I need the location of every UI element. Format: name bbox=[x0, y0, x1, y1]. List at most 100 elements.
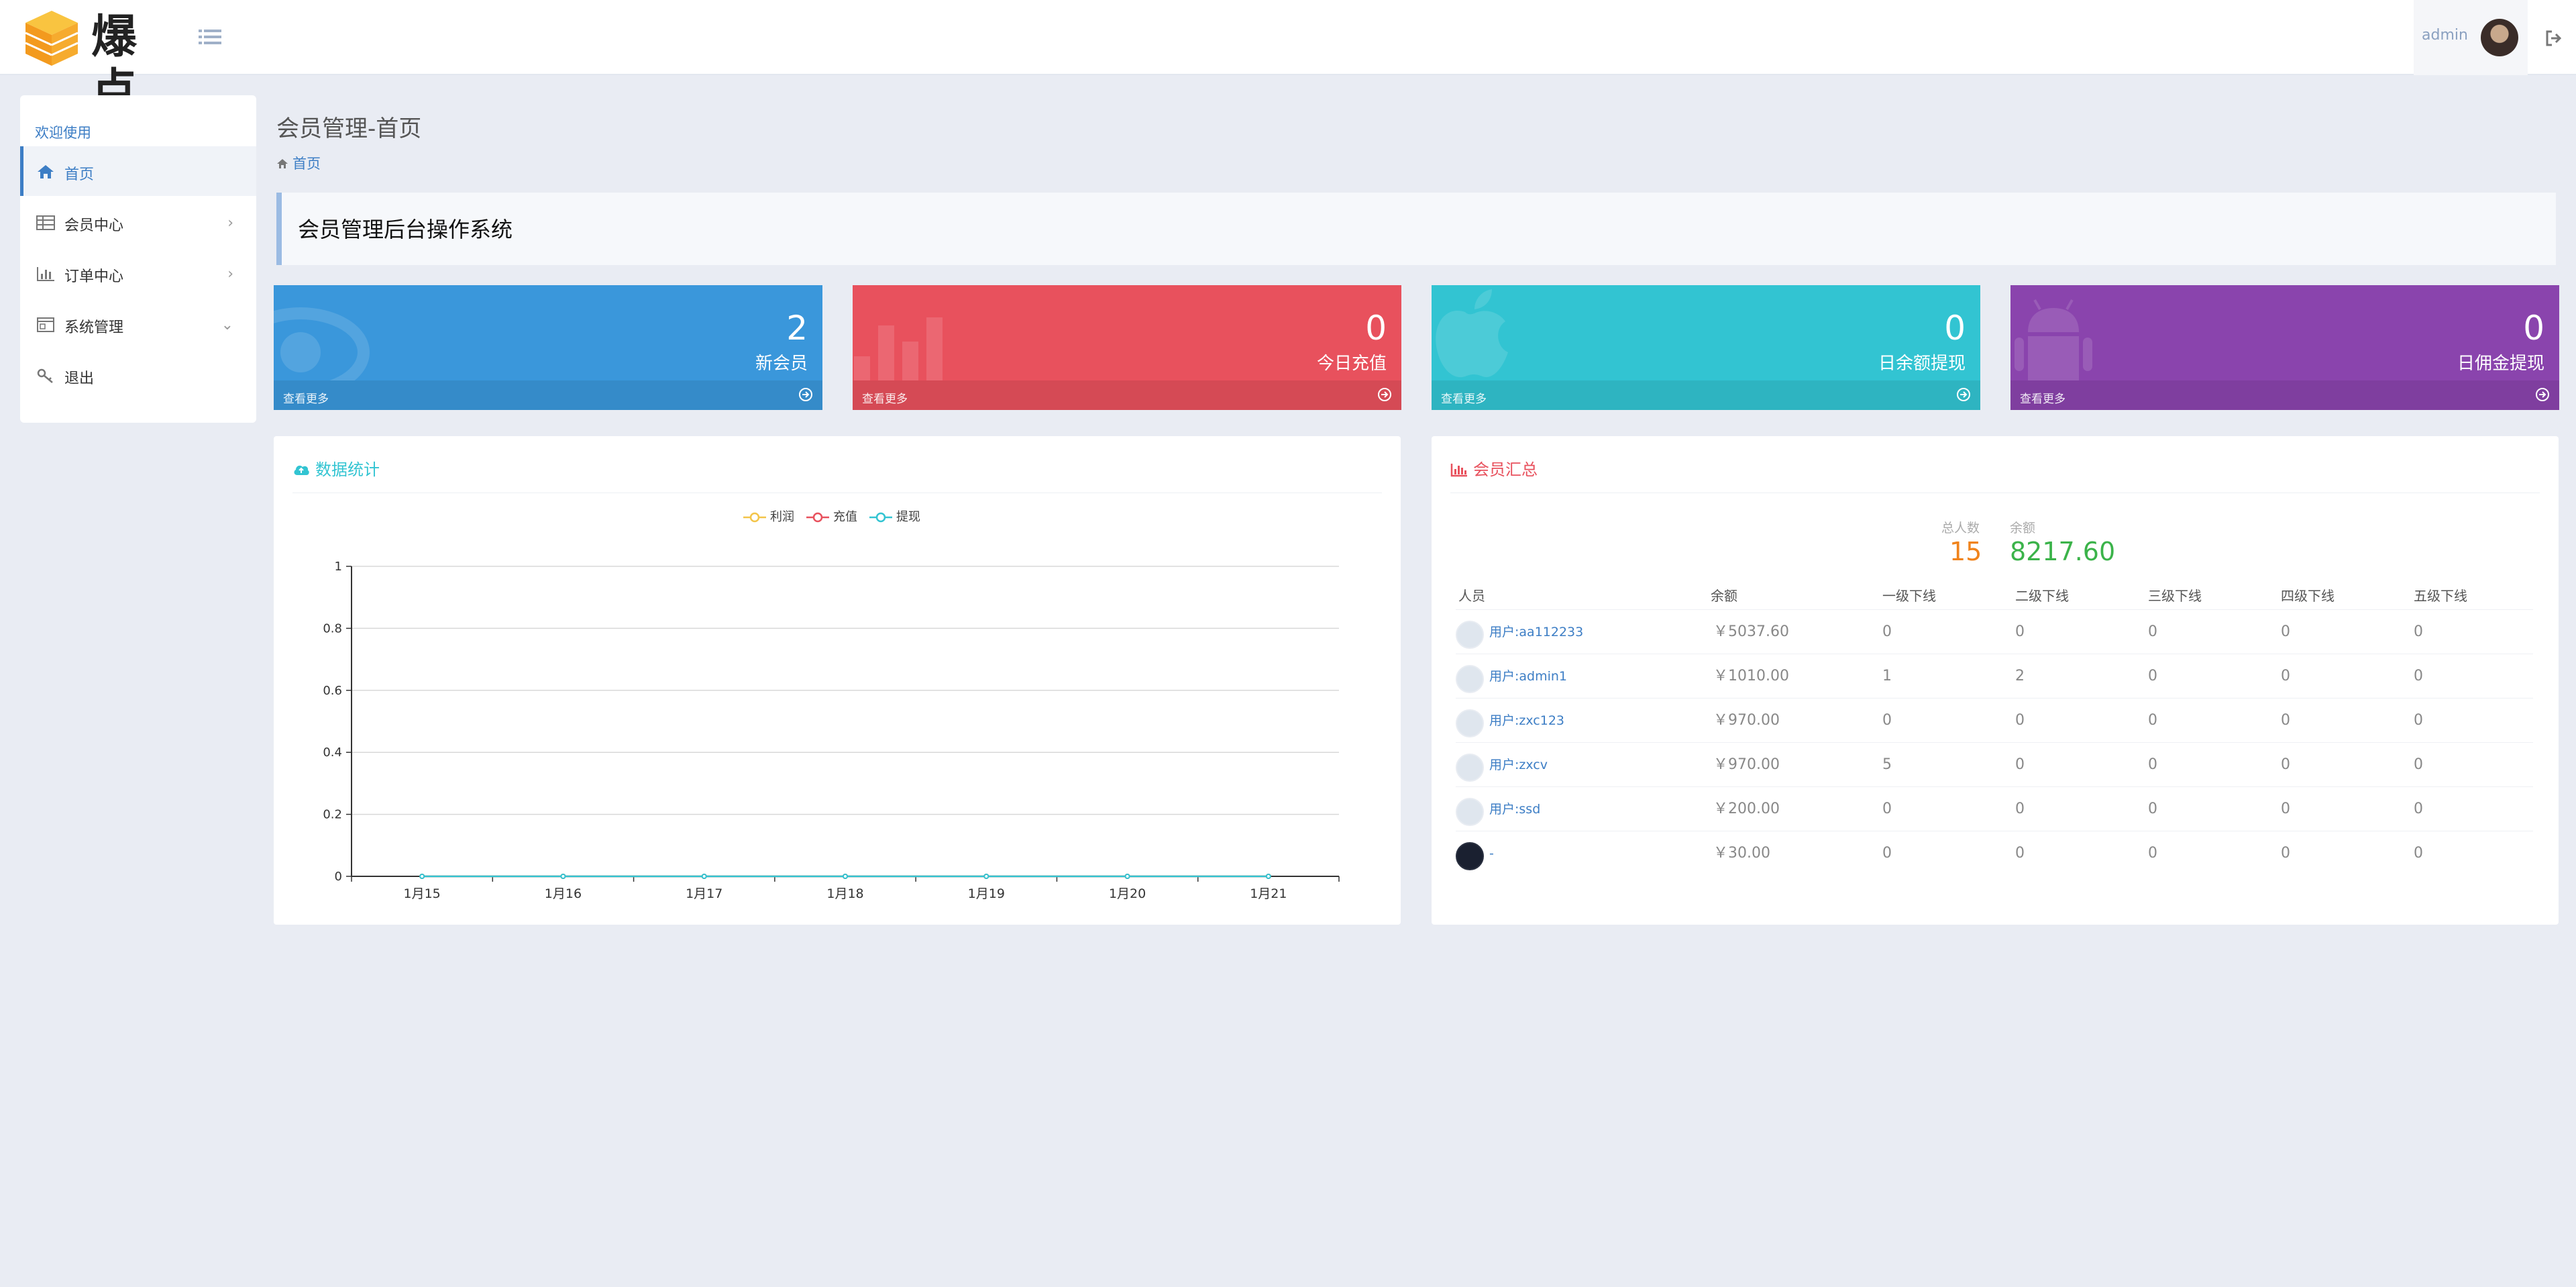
member-level4: 0 bbox=[2281, 712, 2290, 729]
member-avatar bbox=[1456, 842, 1484, 870]
member-level1: 0 bbox=[1882, 801, 1892, 817]
sidebar-item-label: 系统管理 bbox=[64, 319, 124, 336]
bar-chart-icon bbox=[37, 267, 54, 281]
stat-value: 0 bbox=[2523, 309, 2544, 348]
member-name-link[interactable]: 用户:admin1 bbox=[1489, 654, 1567, 699]
stat-value: 0 bbox=[1365, 309, 1387, 348]
member-level2: 0 bbox=[2015, 623, 2025, 640]
member-level5: 0 bbox=[2414, 801, 2423, 817]
view-more-link[interactable]: 查看更多 bbox=[853, 380, 1401, 410]
table-row: 用户:zxcv ￥970.00 5 0 0 0 0 bbox=[1456, 742, 2533, 786]
x-tick-label: 1月15 bbox=[404, 886, 441, 899]
data-point bbox=[701, 874, 707, 879]
panel-title-text: 数据统计 bbox=[315, 460, 380, 479]
stat-caption: 日余额提现 bbox=[1878, 354, 1966, 374]
x-tick-label: 1月17 bbox=[686, 886, 722, 899]
y-tick-label: 1 bbox=[335, 560, 342, 574]
table-icon bbox=[36, 215, 55, 230]
view-more-link[interactable]: 查看更多 bbox=[2010, 380, 2559, 410]
legend-item-profit[interactable]: 利润 bbox=[743, 507, 794, 525]
breadcrumb[interactable]: 首页 bbox=[276, 153, 321, 173]
member-level2: 0 bbox=[2015, 712, 2025, 729]
legend-item-withdraw[interactable]: 提现 bbox=[869, 507, 920, 525]
data-point bbox=[1265, 874, 1271, 879]
panel-title: 数据统计 bbox=[292, 456, 380, 480]
balance-value: 8217.60 bbox=[2010, 537, 2116, 566]
sidebar: 欢迎使用 首页 会员中心 › 订单中心 › 系统管理 ⌄ 退出 bbox=[20, 95, 256, 423]
member-name-link[interactable]: 用户:ssd bbox=[1489, 787, 1540, 831]
data-statistics-panel: 数据统计 利润 充值 提现 0 0.2 0.4 0.6 0.8 1 1月15 1月16 1月17… bbox=[274, 436, 1401, 925]
member-level3: 0 bbox=[2148, 845, 2157, 862]
column-header: 人员 bbox=[1458, 588, 1485, 604]
member-name-link[interactable]: - bbox=[1489, 831, 1494, 876]
member-name-link[interactable]: 用户:zxc123 bbox=[1489, 699, 1564, 743]
bar-chart-icon bbox=[1450, 464, 1467, 477]
logo-cube-icon bbox=[25, 11, 78, 66]
sidebar-item-home[interactable]: 首页 bbox=[20, 146, 256, 196]
top-bar: 爆点 admin bbox=[0, 0, 2576, 117]
legend-label: 提现 bbox=[896, 510, 920, 524]
member-level5: 0 bbox=[2414, 712, 2423, 729]
panel-title: 会员汇总 bbox=[1450, 456, 1538, 480]
legend-item-recharge[interactable]: 充值 bbox=[806, 507, 857, 525]
panel-title-text: 会员汇总 bbox=[1473, 460, 1538, 479]
sidebar-item-label: 首页 bbox=[64, 166, 95, 183]
member-level3: 0 bbox=[2148, 756, 2157, 773]
y-tick-label: 0.4 bbox=[323, 745, 342, 760]
column-header: 一级下线 bbox=[1882, 588, 1936, 604]
data-point bbox=[419, 874, 425, 879]
member-balance: ￥30.00 bbox=[1713, 845, 1770, 862]
table-row: 用户:aa112233 ￥5037.60 0 0 0 0 0 bbox=[1456, 609, 2533, 654]
member-level1: 5 bbox=[1882, 756, 1892, 773]
data-point bbox=[983, 874, 989, 879]
cloud-upload-icon bbox=[294, 465, 309, 475]
stat-card-daily-commission-withdraw: 0 日佣金提现 查看更多 bbox=[2010, 285, 2559, 410]
home-icon bbox=[38, 165, 54, 178]
stat-card-new-members: 2 新会员 查看更多 bbox=[274, 285, 822, 410]
member-avatar bbox=[1456, 665, 1484, 693]
member-level5: 0 bbox=[2414, 623, 2423, 640]
table-row: 用户:zxc123 ￥970.00 0 0 0 0 0 bbox=[1456, 698, 2533, 742]
logout-icon[interactable] bbox=[2545, 30, 2563, 47]
breadcrumb-home-link[interactable]: 首页 bbox=[292, 156, 321, 172]
member-avatar bbox=[1456, 798, 1484, 826]
stat-card-today-recharge: 0 今日充值 查看更多 bbox=[853, 285, 1401, 410]
sidebar-item-member-center[interactable]: 会员中心 › bbox=[20, 197, 256, 247]
user-menu[interactable]: admin bbox=[2414, 0, 2528, 75]
view-more-link[interactable]: 查看更多 bbox=[1432, 380, 1980, 410]
y-tick-label: 0.2 bbox=[323, 808, 342, 822]
x-tick-label: 1月20 bbox=[1109, 886, 1146, 899]
total-members-value: 15 bbox=[1949, 537, 1982, 566]
member-balance: ￥200.00 bbox=[1713, 801, 1780, 817]
user-name: admin bbox=[2422, 27, 2468, 44]
y-tick-label: 0 bbox=[335, 870, 342, 884]
sidebar-item-label: 退出 bbox=[64, 370, 95, 387]
column-header: 余额 bbox=[1711, 588, 1737, 604]
member-level2: 0 bbox=[2015, 756, 2025, 773]
member-level3: 0 bbox=[2148, 668, 2157, 684]
x-tick-label: 1月18 bbox=[826, 886, 863, 899]
chevron-right-icon: › bbox=[227, 266, 233, 282]
chevron-right-icon: › bbox=[227, 215, 233, 231]
view-more-link[interactable]: 查看更多 bbox=[274, 380, 822, 410]
view-more-label: 查看更多 bbox=[2020, 393, 2065, 406]
view-more-label: 查看更多 bbox=[862, 393, 908, 406]
sidebar-item-logout[interactable]: 退出 bbox=[20, 350, 256, 400]
sidebar-item-order-center[interactable]: 订单中心 › bbox=[20, 248, 256, 298]
table-header: 人员 余额 一级下线 二级下线 三级下线 四级下线 五级下线 bbox=[1456, 582, 2529, 609]
breadcrumb-home-icon bbox=[277, 159, 288, 168]
table-row: 用户:ssd ￥200.00 0 0 0 0 0 bbox=[1456, 786, 2533, 831]
member-name-link[interactable]: 用户:zxcv bbox=[1489, 743, 1548, 787]
x-tick-label: 1月21 bbox=[1250, 886, 1287, 899]
total-members-label: 总人数 bbox=[1941, 521, 1980, 535]
data-point bbox=[560, 874, 566, 879]
member-balance: ￥5037.60 bbox=[1713, 623, 1789, 640]
view-more-label: 查看更多 bbox=[1441, 393, 1487, 406]
member-name-link[interactable]: 用户:aa112233 bbox=[1489, 610, 1583, 654]
legend-label: 利润 bbox=[770, 510, 794, 524]
stat-value: 0 bbox=[1944, 309, 1966, 348]
logo[interactable]: 爆点 bbox=[24, 7, 178, 117]
sidebar-item-system[interactable]: 系统管理 ⌄ bbox=[20, 299, 256, 349]
eye-watermark-icon bbox=[274, 307, 370, 380]
menu-list-icon[interactable] bbox=[199, 27, 221, 47]
